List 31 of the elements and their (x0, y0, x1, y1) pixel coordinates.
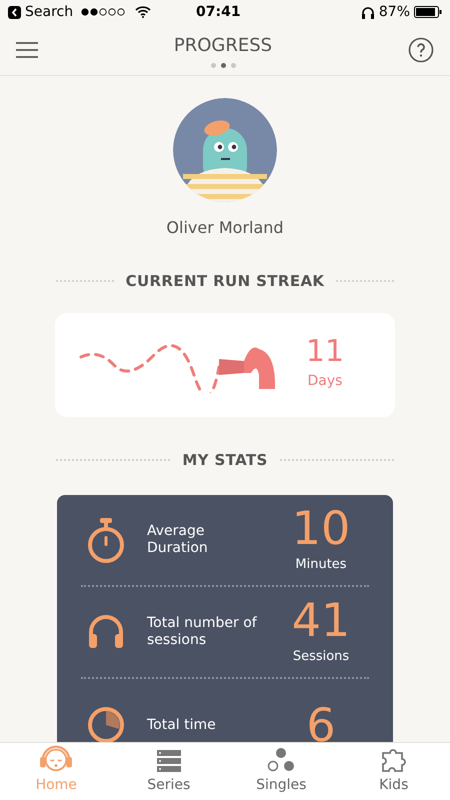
help-icon[interactable] (408, 36, 434, 62)
stat-label: Total time (147, 716, 217, 734)
wifi-icon (135, 6, 152, 18)
stat-value: 41 (292, 597, 350, 644)
section-heading: MY STATS (182, 450, 268, 470)
stat-value: 6 (306, 702, 336, 742)
tab[interactable]: Series (112, 743, 225, 800)
signal-icon (81, 8, 128, 16)
stat-unit: Minutes (295, 556, 347, 574)
streak-unit: Days (308, 372, 342, 391)
stack-icon (156, 749, 182, 773)
circles-icon (267, 747, 296, 773)
streak-count: 11 (306, 337, 344, 367)
user-name: Oliver Morland (166, 217, 284, 239)
headphones-icon (360, 6, 375, 18)
back-icon[interactable] (8, 6, 21, 18)
section-heading: CURRENT RUN STREAK (126, 271, 324, 292)
back-label[interactable]: Search (25, 2, 74, 22)
stat-unit: Sessions (292, 648, 350, 666)
tab[interactable]: Singles (225, 743, 338, 800)
stat-label: Total number of sessions (147, 615, 258, 649)
clock: 07:41 (196, 2, 241, 22)
stat-value: 10 (292, 505, 350, 552)
page-title: PROGRESS (174, 34, 272, 58)
menu-icon[interactable] (16, 42, 38, 58)
pie-chart-icon (86, 705, 126, 742)
stopwatch-icon (86, 516, 126, 564)
tab[interactable]: Kids (338, 743, 450, 800)
battery-percentage: 87% (378, 2, 410, 22)
stat-label: Average Duration (147, 523, 209, 557)
battery-icon (414, 6, 442, 18)
